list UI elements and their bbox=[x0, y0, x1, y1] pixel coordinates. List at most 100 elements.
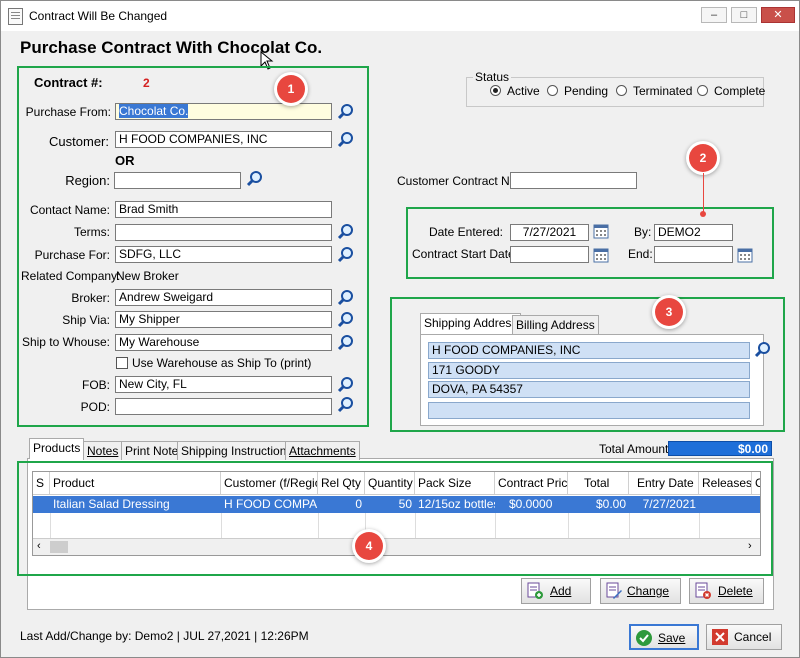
purchase-for-field[interactable]: SDFG, LLC bbox=[115, 246, 332, 263]
status-complete-radio[interactable] bbox=[697, 85, 708, 96]
status-terminated-radio[interactable] bbox=[616, 85, 627, 96]
annotation-pointer-line bbox=[703, 173, 704, 213]
by-field[interactable]: DEMO2 bbox=[654, 224, 733, 241]
date-entered-label: Date Entered: bbox=[428, 225, 503, 239]
row-contract-price: $0.0000 bbox=[509, 497, 553, 511]
maximize-button[interactable]: □ bbox=[731, 7, 757, 23]
annotation-pointer-dot bbox=[700, 211, 706, 217]
address-line-4[interactable] bbox=[428, 402, 750, 419]
address-line-1[interactable]: H FOOD COMPANIES, INC bbox=[428, 342, 750, 359]
ship-via-field[interactable]: My Shipper bbox=[115, 311, 332, 328]
search-icon[interactable] bbox=[337, 396, 354, 413]
scroll-right-icon[interactable]: › bbox=[748, 540, 752, 552]
col-product[interactable]: Product bbox=[50, 472, 221, 494]
tab-products[interactable]: Products bbox=[29, 438, 85, 459]
search-icon[interactable] bbox=[337, 246, 354, 263]
row-releases bbox=[699, 496, 752, 513]
date-entered-field[interactable]: 7/27/2021 bbox=[510, 224, 589, 241]
contract-number-value: 2 bbox=[143, 76, 150, 90]
row-quantity: 50 bbox=[398, 497, 412, 511]
col-pack-size[interactable]: Pack Size bbox=[415, 472, 495, 494]
cancel-button-label: Cancel bbox=[734, 630, 772, 644]
customer-contract-field[interactable] bbox=[510, 172, 637, 189]
use-warehouse-label: Use Warehouse as Ship To (print) bbox=[132, 356, 312, 370]
checkmark-icon bbox=[636, 630, 652, 646]
close-icon bbox=[712, 629, 728, 645]
row-entry-date: 7/27/2021 bbox=[642, 497, 696, 511]
related-company-label: Related Company: bbox=[21, 269, 121, 283]
search-icon[interactable] bbox=[337, 103, 354, 120]
search-icon[interactable] bbox=[337, 289, 354, 306]
scroll-left-icon[interactable]: ‹ bbox=[37, 540, 41, 552]
tab-attachments[interactable]: Attachments bbox=[285, 441, 360, 460]
status-pending-radio[interactable] bbox=[547, 85, 558, 96]
contract-number-label: Contract #: bbox=[34, 75, 103, 90]
search-icon[interactable] bbox=[754, 341, 771, 358]
search-icon[interactable] bbox=[337, 223, 354, 240]
save-button[interactable]: Save bbox=[629, 624, 699, 650]
change-button[interactable]: Change bbox=[600, 578, 681, 604]
calendar-icon[interactable] bbox=[593, 247, 609, 263]
contract-start-date-field[interactable] bbox=[510, 246, 589, 263]
status-pending-label: Pending bbox=[564, 84, 609, 98]
search-icon[interactable] bbox=[337, 334, 354, 351]
region-field[interactable] bbox=[114, 172, 241, 189]
col-quantity[interactable]: Quantity bbox=[365, 472, 415, 494]
delete-button[interactable]: Delete bbox=[689, 578, 764, 604]
calendar-icon[interactable] bbox=[737, 247, 753, 263]
by-label: By: bbox=[634, 225, 652, 239]
terms-field[interactable] bbox=[115, 224, 332, 241]
row-rel-qty: 0 bbox=[355, 497, 362, 511]
cancel-button[interactable]: Cancel bbox=[706, 624, 782, 650]
calendar-icon[interactable] bbox=[593, 223, 609, 239]
tab-shipping-address[interactable]: Shipping Address bbox=[420, 313, 522, 334]
search-icon[interactable] bbox=[337, 311, 354, 328]
address-line-2[interactable]: 171 GOODY bbox=[428, 362, 750, 379]
customer-field[interactable]: H FOOD COMPANIES, INC bbox=[115, 131, 332, 148]
table-row[interactable]: Italian Salad Dressing H FOOD COMPANI 0 … bbox=[33, 496, 760, 513]
close-button[interactable]: ✕ bbox=[761, 7, 795, 23]
delete-icon bbox=[695, 582, 711, 599]
horizontal-scrollbar[interactable]: ‹ › bbox=[33, 538, 760, 555]
broker-field[interactable]: Andrew Sweigard bbox=[115, 289, 332, 306]
ship-to-whouse-label: Ship to Whouse: bbox=[21, 335, 110, 349]
col-releases[interactable]: Releases bbox=[699, 472, 752, 494]
tab-shipping-instructions[interactable]: Shipping Instructions bbox=[177, 441, 297, 460]
status-terminated-label: Terminated bbox=[633, 84, 693, 98]
annotation-badge-1: 1 bbox=[277, 75, 305, 103]
tab-notes[interactable]: Notes bbox=[83, 441, 123, 460]
col-s[interactable]: S bbox=[33, 472, 50, 494]
col-customer[interactable]: Customer (f/Region bbox=[221, 472, 318, 494]
end-date-field[interactable] bbox=[654, 246, 733, 263]
search-icon[interactable] bbox=[246, 170, 263, 187]
col-rel-qty[interactable]: Rel Qty bbox=[318, 472, 365, 494]
tab-print-note[interactable]: Print Note bbox=[121, 441, 183, 460]
tab-billing-address[interactable]: Billing Address bbox=[512, 315, 599, 334]
col-co[interactable]: Co bbox=[752, 472, 760, 494]
products-grid[interactable]: S Product Customer (f/Region Rel Qty Qua… bbox=[32, 471, 761, 556]
annotation-badge-4: 4 bbox=[355, 532, 383, 560]
search-icon[interactable] bbox=[337, 131, 354, 148]
last-change-info: Last Add/Change by: Demo2 | JUL 27,2021 … bbox=[20, 629, 309, 643]
or-label: OR bbox=[115, 153, 135, 168]
pod-field[interactable] bbox=[115, 398, 332, 415]
status-active-radio[interactable] bbox=[490, 85, 501, 96]
use-warehouse-checkbox[interactable] bbox=[116, 357, 128, 369]
ship-to-whouse-field[interactable]: My Warehouse bbox=[115, 334, 332, 351]
search-icon[interactable] bbox=[337, 376, 354, 393]
purchase-from-field[interactable]: Chocolat Co. bbox=[115, 103, 332, 120]
total-amount-value: $0.00 bbox=[668, 441, 772, 456]
col-total[interactable]: Total bbox=[568, 472, 629, 494]
terms-label: Terms: bbox=[74, 225, 110, 239]
add-button[interactable]: Add bbox=[521, 578, 591, 604]
minimize-button[interactable]: – bbox=[701, 7, 727, 23]
fob-field[interactable]: New City, FL bbox=[115, 376, 332, 393]
related-company-value: New Broker bbox=[116, 269, 179, 283]
contact-name-field[interactable]: Brad Smith bbox=[115, 201, 332, 218]
row-customer: H FOOD COMPANI bbox=[224, 497, 318, 511]
address-line-3[interactable]: DOVA, PA 54357 bbox=[428, 381, 750, 398]
document-icon bbox=[8, 8, 23, 25]
col-contract-price[interactable]: Contract Price bbox=[495, 472, 568, 494]
scrollbar-thumb[interactable] bbox=[50, 541, 68, 553]
col-entry-date[interactable]: Entry Date bbox=[629, 472, 699, 494]
